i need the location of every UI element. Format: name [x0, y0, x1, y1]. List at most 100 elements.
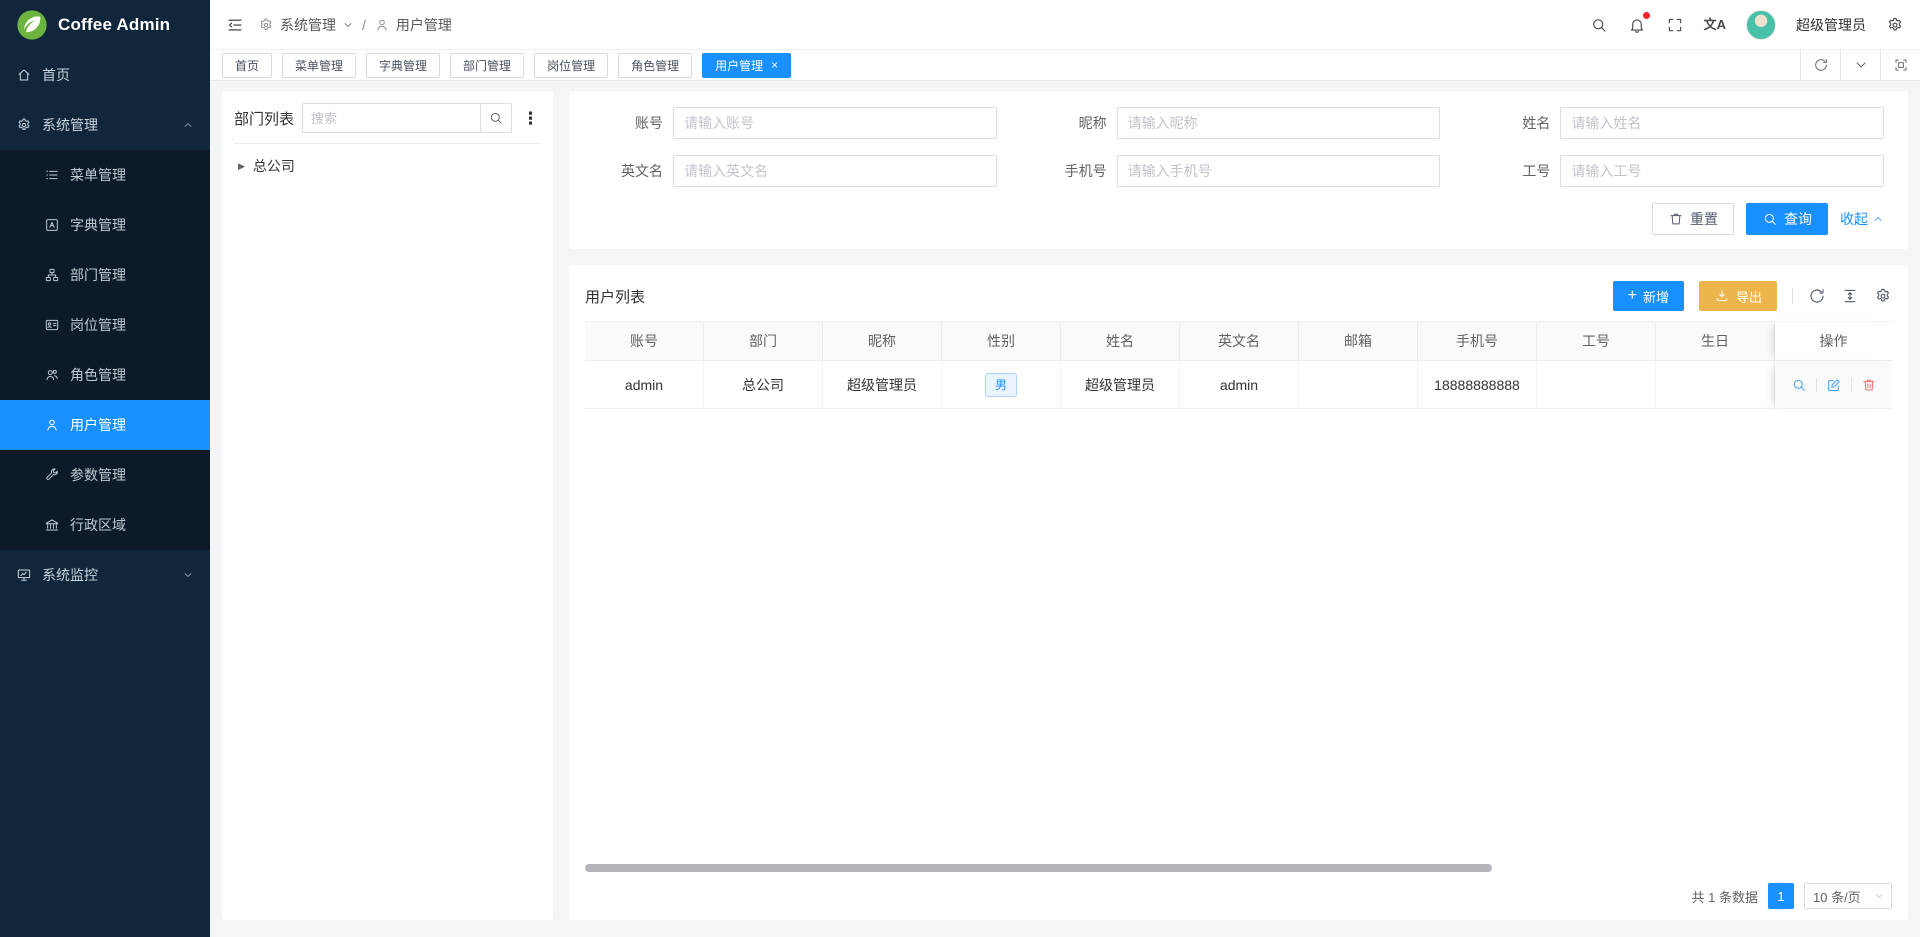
- column-settings-gear-icon[interactable]: [1874, 287, 1892, 305]
- view-magnifier-icon[interactable]: [1782, 377, 1816, 393]
- delete-trash-icon[interactable]: [1852, 377, 1886, 393]
- sidebar-item-label: 首页: [42, 65, 70, 85]
- avatar[interactable]: [1746, 10, 1776, 40]
- chevron-down-icon: [182, 569, 194, 581]
- cell-account: admin: [585, 361, 704, 409]
- search-button[interactable]: 查询: [1746, 203, 1828, 235]
- username[interactable]: 超级管理员: [1796, 15, 1866, 35]
- name-input[interactable]: [1560, 107, 1884, 139]
- collapse-link[interactable]: 收起: [1840, 209, 1884, 229]
- tab-bar: 首页 菜单管理 字典管理 部门管理 岗位管理 角色管理 用户管理 ×: [210, 50, 1920, 81]
- field-label: 姓名: [1480, 113, 1550, 133]
- export-button[interactable]: 导出: [1699, 281, 1777, 311]
- refresh-icon[interactable]: [1808, 287, 1826, 305]
- more-options-icon[interactable]: ⋮: [520, 110, 541, 127]
- column-header: 邮箱: [1299, 321, 1418, 361]
- account-input[interactable]: [673, 107, 997, 139]
- sidebar-group-system[interactable]: 系统管理: [0, 100, 210, 150]
- sidebar-item-menu-mgmt[interactable]: 菜单管理: [0, 150, 210, 200]
- sidebar-group-label: 系统管理: [42, 115, 98, 135]
- tab-dept-mgmt[interactable]: 部门管理: [450, 53, 524, 78]
- right-column: 账号 昵称 姓名 英文名: [569, 91, 1908, 920]
- cell-name: 超级管理员: [1061, 361, 1180, 409]
- toolbar-actions: + 新增 导出: [1613, 281, 1892, 311]
- breadcrumb-item[interactable]: 系统管理: [280, 15, 336, 35]
- sidebar-submenu-system: 菜单管理 字典管理 部门管理 岗位管理 角色管理 用户管理: [0, 150, 210, 550]
- tab-home[interactable]: 首页: [222, 53, 272, 78]
- breadcrumb-item: 用户管理: [396, 15, 452, 35]
- column-header: 账号: [585, 321, 704, 361]
- nickname-input[interactable]: [1117, 107, 1441, 139]
- menu-fold-icon[interactable]: [226, 16, 244, 34]
- home-icon: [16, 67, 32, 83]
- pagination: 共 1 条数据 1 10 条/页: [585, 882, 1892, 910]
- field-en-name: 英文名: [593, 155, 997, 187]
- edit-icon[interactable]: [1817, 377, 1851, 393]
- tree-caret-icon[interactable]: ▶: [238, 162, 245, 171]
- job-no-input[interactable]: [1560, 155, 1884, 187]
- table-row[interactable]: admin 总公司 超级管理员 男 超级管理员 admin 1888888888…: [585, 361, 1892, 409]
- cell-gender: 男: [942, 361, 1061, 409]
- field-job-no: 工号: [1480, 155, 1884, 187]
- sidebar-group-monitor[interactable]: 系统监控: [0, 550, 210, 600]
- search-icon: [1762, 211, 1778, 227]
- department-search-input[interactable]: [302, 103, 480, 133]
- reset-button[interactable]: 重置: [1652, 203, 1734, 235]
- tab-close-icon[interactable]: ×: [771, 59, 778, 71]
- sidebar-item-label: 菜单管理: [70, 165, 126, 185]
- field-phone: 手机号: [1037, 155, 1441, 187]
- row-height-icon[interactable]: [1841, 287, 1859, 305]
- content-area: 部门列表 ⋮ ▶ 总公司 账号: [210, 81, 1920, 937]
- chevron-down-icon[interactable]: [342, 19, 354, 31]
- field-account: 账号: [593, 107, 997, 139]
- tab-dict-mgmt[interactable]: 字典管理: [366, 53, 440, 78]
- translate-icon[interactable]: 文A: [1704, 18, 1726, 31]
- chevron-down-icon[interactable]: [1840, 50, 1880, 80]
- search-icon[interactable]: [1590, 16, 1608, 34]
- phone-input[interactable]: [1117, 155, 1441, 187]
- tree-node-root[interactable]: ▶ 总公司: [234, 144, 541, 176]
- sidebar-item-role-mgmt[interactable]: 角色管理: [0, 350, 210, 400]
- sidebar-item-label: 参数管理: [70, 465, 126, 485]
- department-search-button[interactable]: [480, 103, 512, 133]
- tab-menu-mgmt[interactable]: 菜单管理: [282, 53, 356, 78]
- sidebar-item-dept-mgmt[interactable]: 部门管理: [0, 250, 210, 300]
- column-header: 英文名: [1180, 321, 1299, 361]
- page-size-select[interactable]: 10 条/页: [1804, 883, 1892, 909]
- department-panel-title: 部门列表: [234, 108, 294, 129]
- tab-role-mgmt[interactable]: 角色管理: [618, 53, 692, 78]
- sidebar-item-param-mgmt[interactable]: 参数管理: [0, 450, 210, 500]
- expand-layout-icon[interactable]: [1880, 50, 1920, 80]
- refresh-icon[interactable]: [1800, 50, 1840, 80]
- tree-node-label[interactable]: 总公司: [253, 156, 295, 176]
- sidebar-item-region-mgmt[interactable]: 行政区域: [0, 500, 210, 550]
- en-name-input[interactable]: [673, 155, 997, 187]
- app-logo[interactable]: Coffee Admin: [0, 0, 210, 50]
- sidebar-item-label: 字典管理: [70, 215, 126, 235]
- page-number-button[interactable]: 1: [1768, 883, 1794, 909]
- sidebar-item-dict-mgmt[interactable]: 字典管理: [0, 200, 210, 250]
- chevron-up-icon: [1872, 213, 1884, 225]
- fullscreen-icon[interactable]: [1666, 16, 1684, 34]
- notification-bell-icon[interactable]: [1628, 16, 1646, 34]
- horizontal-scrollbar[interactable]: [585, 864, 1492, 872]
- column-header: 生日: [1656, 321, 1775, 361]
- table-empty-area: [585, 409, 1892, 860]
- settings-gear-icon[interactable]: [1886, 16, 1904, 34]
- column-header: 部门: [704, 321, 823, 361]
- tab-post-mgmt[interactable]: 岗位管理: [534, 53, 608, 78]
- sidebar-item-label: 角色管理: [70, 365, 126, 385]
- tab-controls: [1800, 50, 1920, 80]
- sidebar-item-user-mgmt[interactable]: 用户管理: [0, 400, 210, 450]
- tab-user-mgmt[interactable]: 用户管理 ×: [702, 53, 791, 78]
- department-search: [302, 103, 512, 133]
- cell-en-name: admin: [1180, 361, 1299, 409]
- cell-actions: [1775, 361, 1892, 409]
- sidebar-item-home[interactable]: 首页: [0, 50, 210, 100]
- column-header: 手机号: [1418, 321, 1537, 361]
- cell-birthday: [1656, 361, 1775, 409]
- sidebar-item-post-mgmt[interactable]: 岗位管理: [0, 300, 210, 350]
- add-button[interactable]: + 新增: [1613, 281, 1684, 311]
- field-label: 手机号: [1037, 161, 1107, 181]
- roles-icon: [44, 367, 60, 383]
